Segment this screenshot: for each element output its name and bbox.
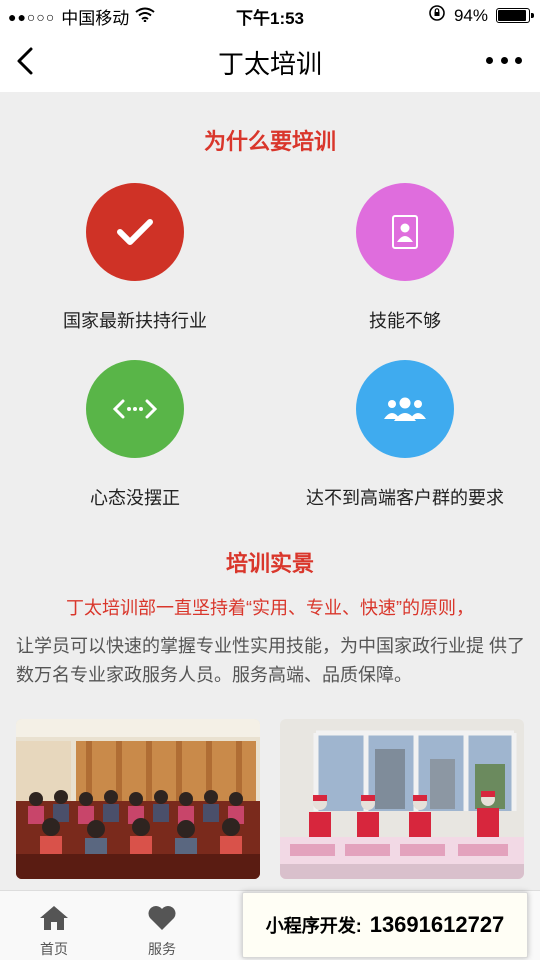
status-bar: ●●○○○ 中国移动 下午1:53 94% (0, 0, 540, 30)
more-dot-icon (486, 56, 493, 64)
practical-training-photo[interactable] (280, 719, 524, 879)
code-arrows-icon (113, 399, 157, 419)
more-dot-icon (500, 56, 508, 64)
group-icon (384, 397, 426, 421)
classroom-photo[interactable] (16, 719, 260, 879)
home-icon (38, 903, 70, 933)
feature-label: 心态没摆正 (90, 488, 180, 508)
feature-label: 国家最新扶持行业 (63, 311, 207, 331)
tab-services[interactable]: 服务 (108, 891, 216, 960)
feature-circle (356, 183, 454, 281)
training-scene-heading: 培训实景 (225, 551, 314, 576)
tab-label: 首页 (40, 941, 68, 957)
description-text: 让学员可以快速的掌握专业性实用技能，为中国家政行业提 供了数万名专业家政服务人员… (16, 636, 525, 685)
battery-icon (496, 8, 534, 23)
orientation-lock-icon (428, 4, 446, 27)
tab-home[interactable]: 首页 (0, 891, 108, 960)
feature-label: 技能不够 (369, 311, 441, 331)
principle-text: 丁太培训部一直坚持着“实用、专业、快速”的原则， (66, 598, 474, 618)
tab-label: 服务 (148, 941, 176, 957)
promo-phone: 13691612727 (369, 912, 505, 937)
battery-percent: 94% (453, 5, 488, 25)
why-train-heading: 为什么要培训 (203, 129, 336, 154)
feature-industry-support[interactable]: 国家最新扶持行业 (0, 183, 270, 333)
feature-label: 达不到高端客户群的要求 (306, 488, 504, 508)
navigation-bar: 丁太培训 (0, 30, 540, 92)
feature-skills-lacking[interactable]: 技能不够 (270, 183, 540, 333)
promo-label: 小程序开发: (265, 916, 362, 936)
feature-circle (86, 183, 184, 281)
developer-promo-banner[interactable]: 小程序开发: 13691612727 (242, 892, 528, 958)
feature-circle (86, 360, 184, 458)
page-title: 丁太培训 (217, 49, 322, 79)
feature-high-end-clients[interactable]: 达不到高端客户群的要求 (270, 360, 540, 510)
more-options-button[interactable] (486, 50, 522, 70)
heart-icon (146, 903, 178, 933)
check-icon (117, 219, 153, 245)
feature-circle (356, 360, 454, 458)
more-dot-icon (515, 56, 522, 64)
feature-attitude[interactable]: 心态没摆正 (0, 360, 270, 510)
id-card-icon (392, 215, 418, 249)
